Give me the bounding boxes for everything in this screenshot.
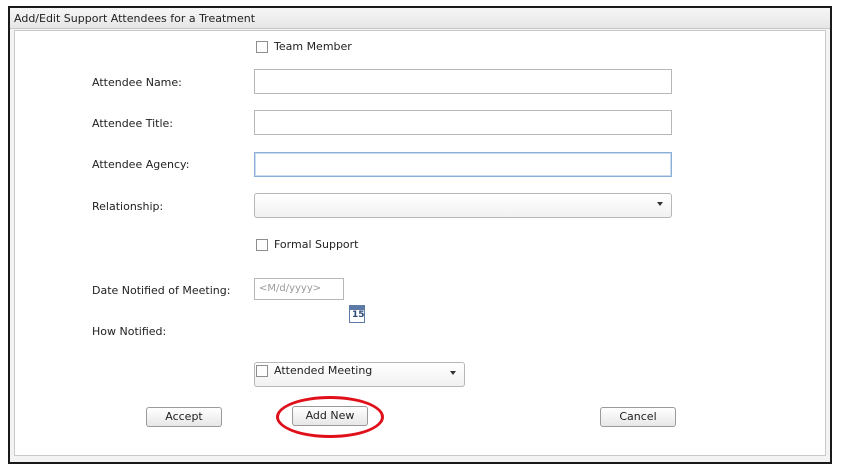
cancel-button[interactable]: Cancel — [600, 407, 676, 427]
relationship-label: Relationship: — [92, 200, 164, 213]
chevron-down-icon — [657, 202, 663, 206]
attendee-title-input[interactable] — [254, 110, 672, 135]
attendee-agency-label: Attendee Agency: — [92, 158, 190, 171]
team-member-checkbox[interactable] — [256, 40, 268, 53]
team-member-label: Team Member — [274, 40, 352, 53]
attendee-name-input[interactable] — [254, 69, 672, 94]
accept-button[interactable]: Accept — [146, 407, 222, 427]
calendar-icon-day: 15 — [352, 310, 365, 320]
relationship-select[interactable] — [254, 193, 672, 218]
attendee-title-label: Attendee Title: — [92, 117, 173, 130]
team-member-row: Team Member — [256, 40, 352, 53]
formal-support-label: Formal Support — [274, 238, 359, 251]
formal-support-row: Formal Support — [256, 238, 359, 251]
dialog-title: Add/Edit Support Attendees for a Treatme… — [14, 12, 256, 25]
attended-meeting-row: Attended Meeting — [256, 364, 372, 377]
dialog-titlebar[interactable]: Add/Edit Support Attendees for a Treatme… — [10, 8, 830, 29]
add-new-button[interactable]: Add New — [292, 406, 368, 426]
chevron-down-icon — [450, 371, 456, 375]
attended-meeting-checkbox[interactable] — [256, 364, 268, 377]
attended-meeting-label: Attended Meeting — [274, 364, 373, 377]
date-notified-label: Date Notified of Meeting: — [92, 284, 231, 297]
attendee-name-label: Attendee Name: — [92, 76, 182, 89]
how-notified-label: How Notified: — [92, 325, 167, 338]
calendar-icon[interactable]: 15 — [349, 305, 365, 323]
formal-support-checkbox[interactable] — [256, 238, 268, 251]
attendee-agency-input[interactable] — [254, 152, 672, 177]
date-notified-input[interactable]: <M/d/yyyy> — [254, 278, 344, 300]
